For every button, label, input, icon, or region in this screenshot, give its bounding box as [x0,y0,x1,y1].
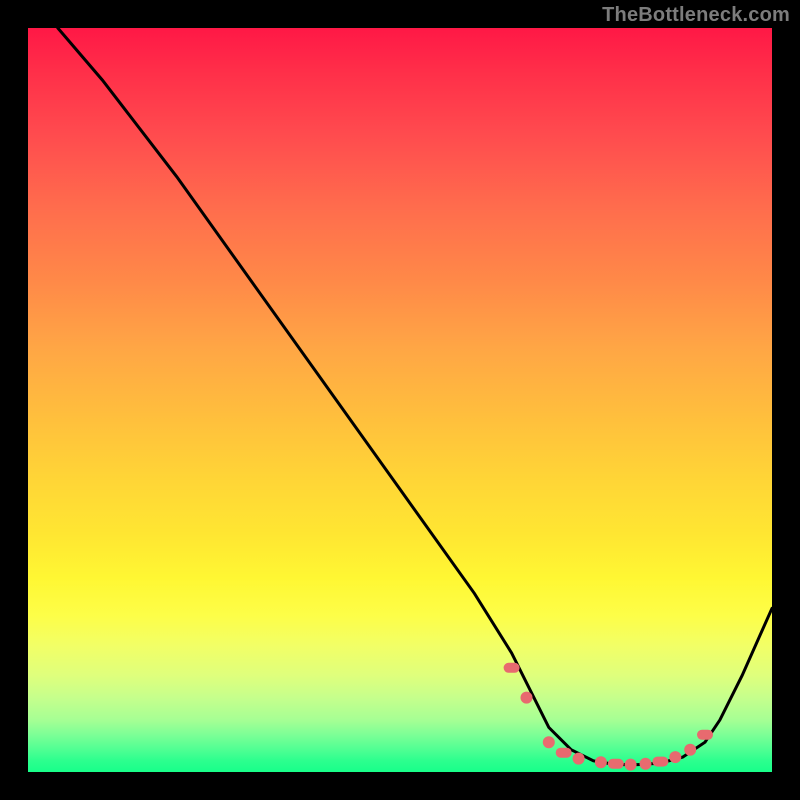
marker-dot [640,758,652,770]
watermark: TheBottleneck.com [602,4,790,27]
marker-group [504,663,713,771]
curve-layer [28,28,772,772]
marker-dot [504,663,520,673]
marker-dot [608,759,624,769]
marker-dot [573,753,585,765]
marker-dot [684,744,696,756]
bottleneck-curve [58,28,772,765]
marker-dot [697,730,713,740]
frame: TheBottleneck.com [0,0,800,800]
marker-dot [595,756,607,768]
marker-dot [652,757,668,767]
marker-dot [556,748,572,758]
marker-dot [669,751,681,763]
marker-dot [625,759,637,771]
marker-dot [521,692,533,704]
marker-dot [543,736,555,748]
plot-area [28,28,772,772]
